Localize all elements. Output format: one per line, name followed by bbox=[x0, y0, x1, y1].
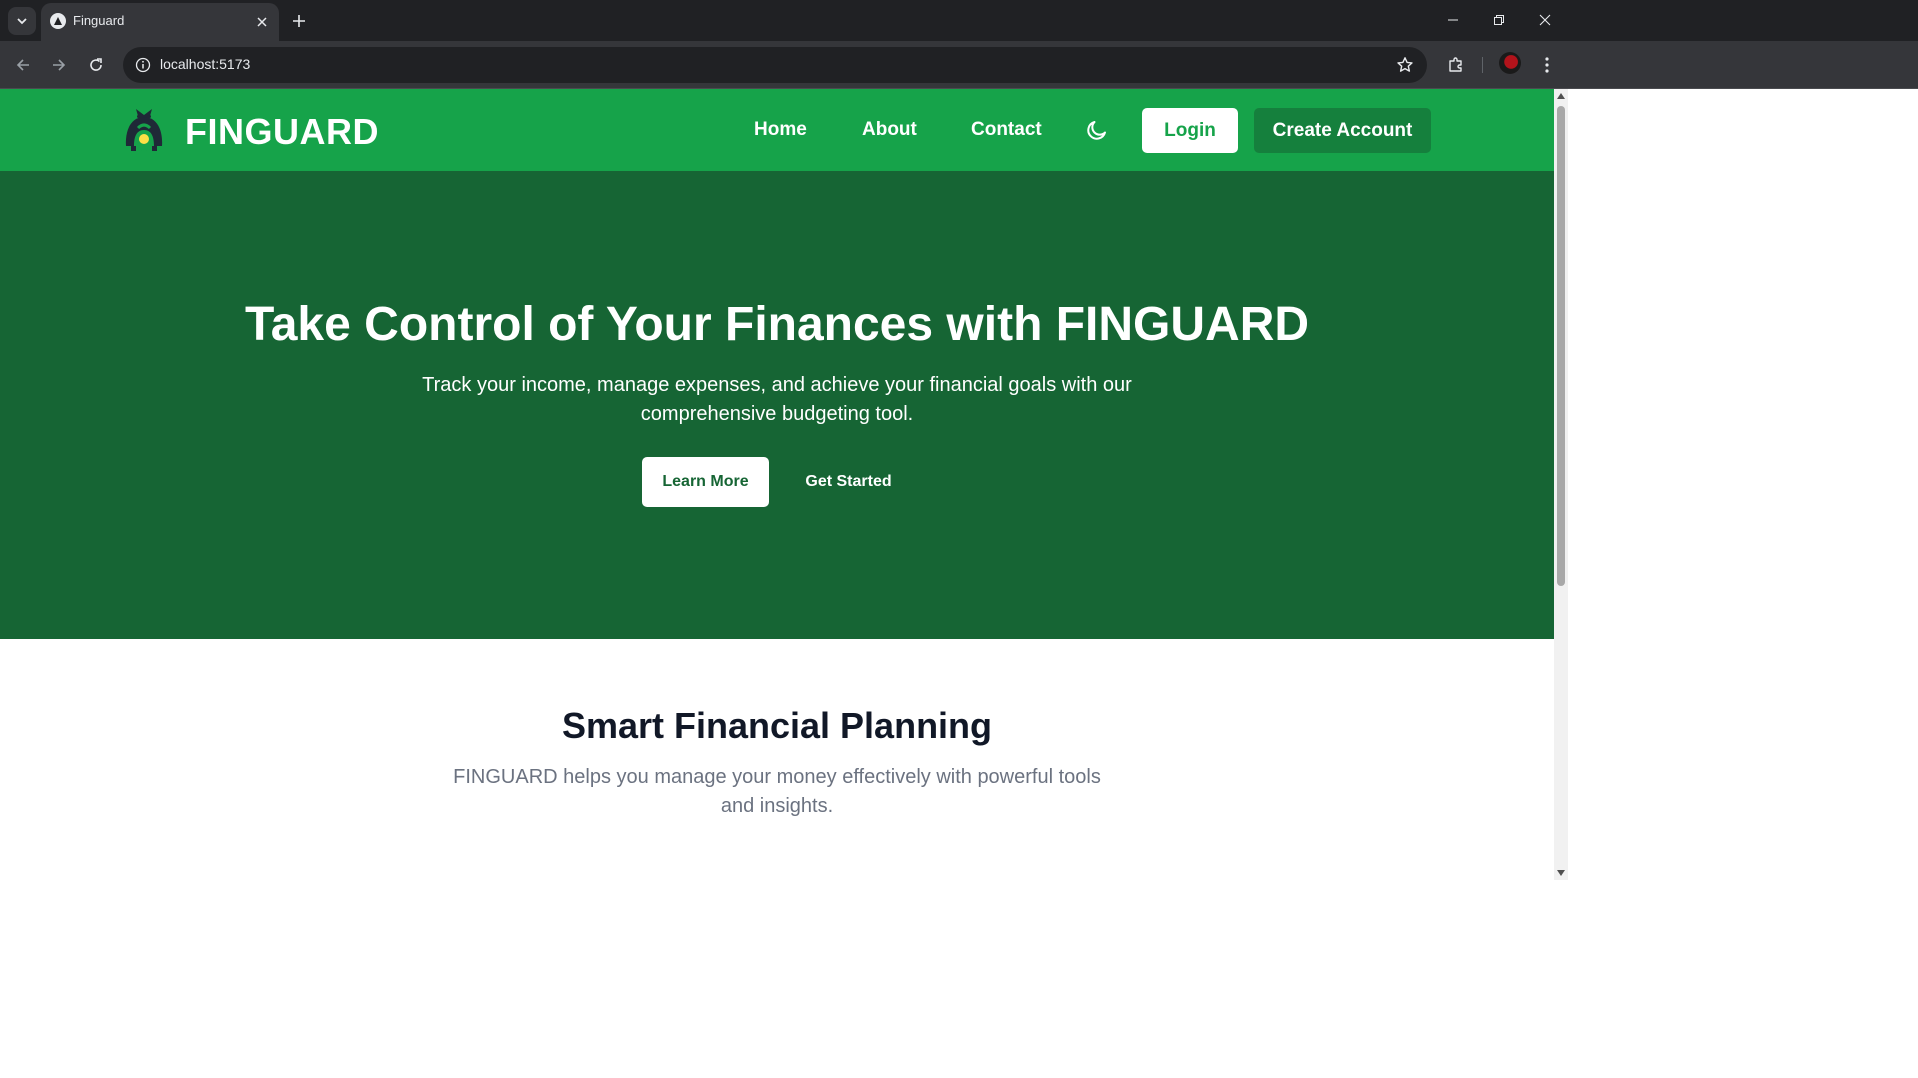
finguard-logo[interactable] bbox=[122, 106, 166, 152]
hero-section: Take Control of Your Finances with FINGU… bbox=[0, 171, 1554, 639]
url-text[interactable]: localhost:5173 bbox=[160, 56, 250, 72]
close-icon[interactable] bbox=[252, 12, 272, 32]
scroll-up-arrow-icon[interactable] bbox=[1557, 93, 1565, 99]
scrollbar-thumb[interactable] bbox=[1557, 106, 1565, 586]
window-close-icon[interactable] bbox=[1522, 0, 1568, 40]
hero-subtitle: Track your income, manage expenses, and … bbox=[422, 374, 1132, 425]
features-title: Smart Financial Planning bbox=[561, 705, 993, 746]
profile-avatar[interactable] bbox=[1499, 52, 1521, 74]
features-subtitle: FINGUARD helps you manage your money eff… bbox=[453, 766, 1101, 817]
nav-link-home[interactable]: Home bbox=[754, 119, 807, 141]
hero-title: Take Control of Your Finances with FINGU… bbox=[244, 298, 1310, 351]
reload-icon[interactable] bbox=[82, 51, 110, 79]
minimize-icon[interactable] bbox=[1430, 0, 1476, 40]
plus-icon[interactable] bbox=[287, 9, 311, 33]
back-arrow-icon[interactable] bbox=[9, 51, 37, 79]
browser-toolbar: localhost:5173 bbox=[0, 41, 1918, 89]
nav-link-about[interactable]: About bbox=[862, 119, 917, 141]
page-scrollbar[interactable] bbox=[1554, 89, 1568, 880]
site-navbar: FINGUARD Home About Contact Login Create… bbox=[0, 89, 1554, 171]
address-bar[interactable]: localhost:5173 bbox=[123, 47, 1427, 83]
page-viewport: FINGUARD Home About Contact Login Create… bbox=[0, 89, 1554, 1078]
extensions-puzzle-icon[interactable] bbox=[1442, 51, 1470, 79]
brand-name[interactable]: FINGUARD bbox=[185, 111, 379, 153]
create-account-button[interactable]: Create Account bbox=[1254, 108, 1431, 153]
browser-tab[interactable]: Finguard bbox=[41, 3, 279, 41]
kebab-menu-icon[interactable] bbox=[1533, 51, 1561, 79]
learn-more-button[interactable]: Learn More bbox=[642, 457, 769, 507]
tab-favicon-icon bbox=[50, 13, 66, 29]
login-button[interactable]: Login bbox=[1142, 108, 1238, 153]
tab-search-icon[interactable] bbox=[8, 7, 36, 35]
browser-tab-strip: Finguard bbox=[0, 0, 1918, 41]
restore-icon[interactable] bbox=[1476, 0, 1522, 40]
features-section: Smart Financial Planning FINGUARD helps … bbox=[0, 639, 1554, 1078]
scroll-down-arrow-icon[interactable] bbox=[1557, 870, 1565, 876]
tab-title: Finguard bbox=[73, 13, 125, 28]
nav-link-contact[interactable]: Contact bbox=[971, 119, 1042, 141]
forward-arrow-icon[interactable] bbox=[45, 51, 73, 79]
moon-icon[interactable] bbox=[1083, 116, 1111, 144]
site-info-icon[interactable] bbox=[131, 53, 155, 77]
bookmark-star-icon[interactable] bbox=[1393, 53, 1417, 77]
get-started-button[interactable]: Get Started bbox=[790, 457, 907, 507]
toolbar-divider bbox=[1482, 57, 1483, 73]
